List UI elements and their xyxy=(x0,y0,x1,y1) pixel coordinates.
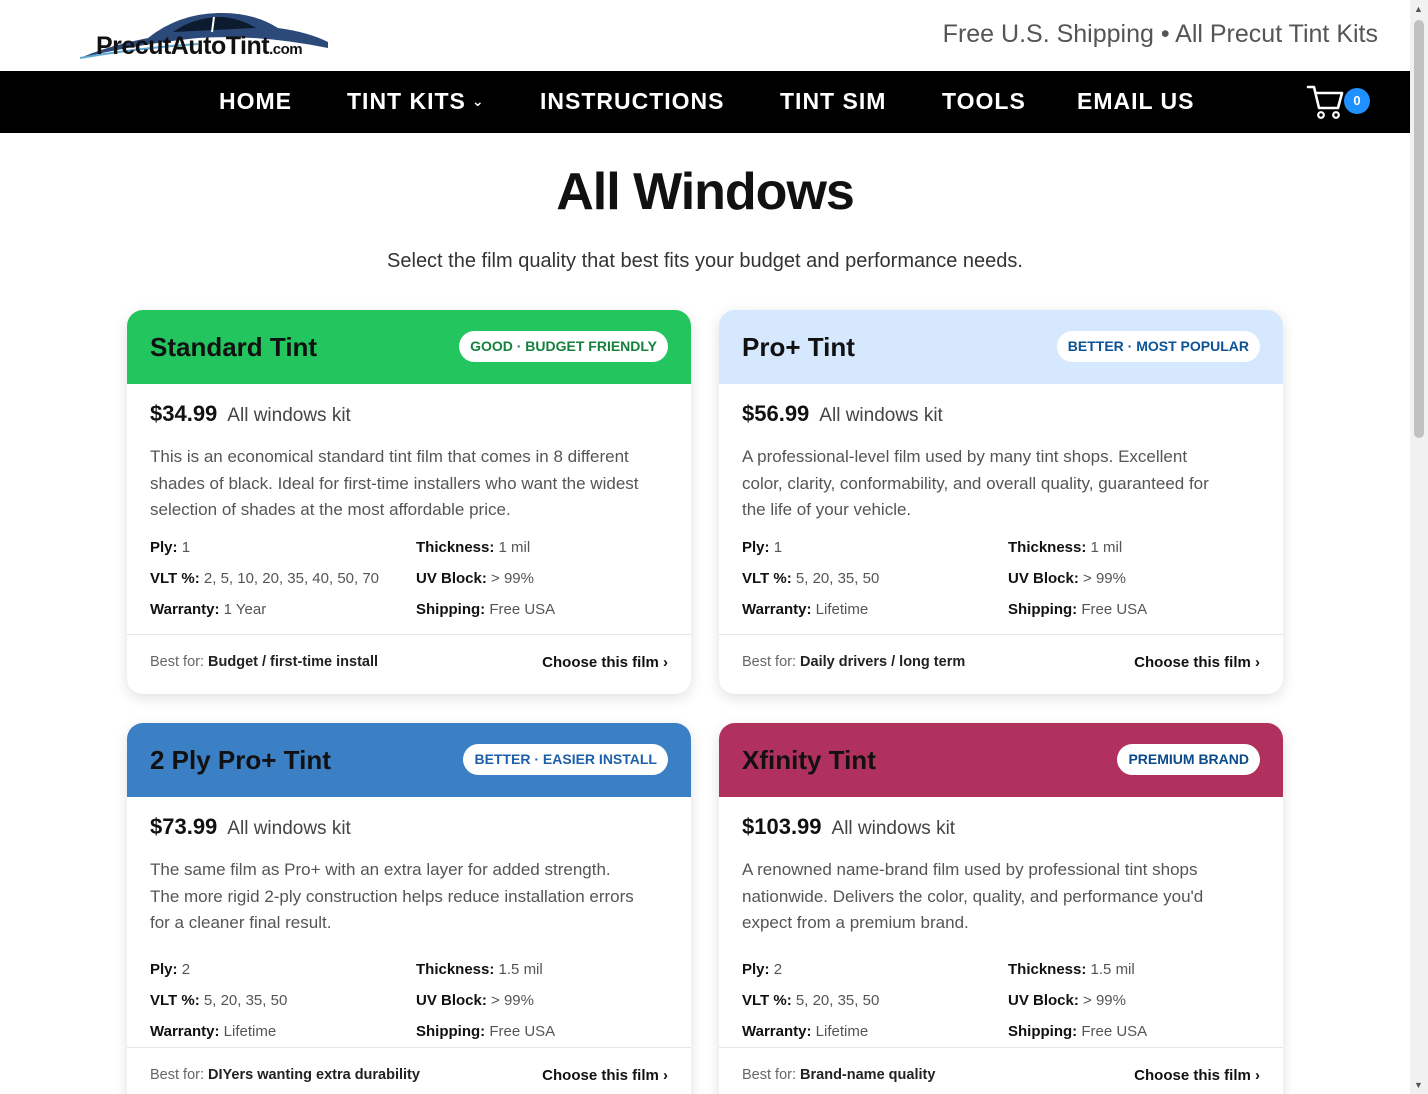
spec-uv-block: UV Block: > 99% xyxy=(416,992,534,1009)
scroll-thumb[interactable] xyxy=(1414,20,1424,438)
best-for: Best for: Daily drivers / long term xyxy=(742,654,966,670)
product-card: Pro+ Tint BETTER · MOST POPULAR $56.99 Al… xyxy=(719,310,1283,694)
best-for: Best for: Budget / first-time install xyxy=(150,654,379,670)
logo-wordmark: PrecutAutoTint.com xyxy=(96,32,303,60)
choose-film-button[interactable]: Choose this film › xyxy=(1134,654,1260,671)
kit-note: All windows kit xyxy=(227,405,351,426)
price: $73.99 xyxy=(150,814,218,839)
spec-warranty: Warranty: Lifetime xyxy=(742,601,869,618)
price-row: $56.99 All windows kit xyxy=(742,401,943,427)
spec-thickness: Thickness: 1 mil xyxy=(416,539,531,556)
spec-shipping: Shipping: Free USA xyxy=(416,601,556,618)
spec-ply: Ply: 1 xyxy=(742,539,783,556)
card-header: Pro+ Tint BETTER · MOST POPULAR xyxy=(719,310,1283,384)
spec-ply: Ply: 2 xyxy=(742,961,783,978)
card-footer: Best for: Budget / first-time install Ch… xyxy=(127,634,691,694)
choose-film-button[interactable]: Choose this film › xyxy=(1134,1067,1260,1084)
spec-vlt: VLT %: 5, 20, 35, 50 xyxy=(742,570,880,587)
price-row: $34.99 All windows kit xyxy=(150,401,351,427)
spec-thickness: Thickness: 1.5 mil xyxy=(1008,961,1135,978)
product-card: 2 Ply Pro+ Tint BETTER · EASIER INSTALL … xyxy=(127,723,691,1094)
price: $56.99 xyxy=(742,401,810,426)
scroll-up-arrow-icon[interactable]: ▲ xyxy=(1414,4,1423,14)
nav-email-us[interactable]: EMAIL US xyxy=(1077,88,1194,115)
spec-warranty: Warranty: Lifetime xyxy=(742,1023,869,1040)
spec-vlt: VLT %: 5, 20, 35, 50 xyxy=(742,992,880,1009)
spec-shipping: Shipping: Free USA xyxy=(1008,1023,1148,1040)
spec-thickness: Thickness: 1 mil xyxy=(1008,539,1123,556)
price-row: $103.99 All windows kit xyxy=(742,814,955,840)
site-header: PrecutAutoTint.com Free U.S. Shipping • … xyxy=(0,0,1410,71)
card-title: Pro+ Tint xyxy=(742,332,855,362)
best-for: Best for: DIYers wanting extra durabilit… xyxy=(150,1067,420,1083)
page-title: All Windows xyxy=(556,163,855,221)
cart-count-badge: 0 xyxy=(1344,88,1370,114)
spec-vlt: VLT %: 5, 20, 35, 50 xyxy=(150,992,288,1009)
price: $34.99 xyxy=(150,401,218,426)
tier-badge: GOOD · BUDGET FRIENDLY xyxy=(459,331,668,362)
card-footer: Best for: DIYers wanting extra durabilit… xyxy=(127,1047,691,1094)
price: $103.99 xyxy=(742,814,822,839)
spec-uv-block: UV Block: > 99% xyxy=(1008,570,1126,587)
cart-button[interactable]: 0 xyxy=(1306,83,1374,121)
tier-badge: BETTER · MOST POPULAR xyxy=(1056,331,1260,362)
spec-uv-block: UV Block: > 99% xyxy=(416,570,534,587)
card-header: Xfinity Tint PREMIUM BRAND xyxy=(719,723,1283,797)
card-description: A professional-level film used by many t… xyxy=(742,447,1209,519)
spec-ply: Ply: 1 xyxy=(150,539,191,556)
page-subtitle: Select the film quality that best fits y… xyxy=(387,250,1023,272)
kit-note: All windows kit xyxy=(227,818,351,839)
kit-note: All windows kit xyxy=(831,818,956,839)
site-logo[interactable]: PrecutAutoTint.com xyxy=(78,8,338,64)
spec-thickness: Thickness: 1.5 mil xyxy=(416,961,543,978)
card-footer: Best for: Brand-name quality Choose this… xyxy=(719,1047,1283,1094)
card-description: This is an economical standard tint film… xyxy=(150,447,639,519)
page-scrollbar[interactable]: ▲ ▼ xyxy=(1410,0,1428,1094)
shopping-cart-icon xyxy=(1306,85,1344,119)
spec-ply: Ply: 2 xyxy=(150,961,191,978)
spec-warranty: Warranty: 1 Year xyxy=(150,601,267,618)
spec-shipping: Shipping: Free USA xyxy=(416,1023,556,1040)
shipping-tagline: Free U.S. Shipping • All Precut Tint Kit… xyxy=(942,20,1378,48)
main-nav: HOME TINT KITS ⌄ INSTRUCTIONS TINT SIM TO… xyxy=(0,71,1410,133)
tier-badge: PREMIUM BRAND xyxy=(1117,744,1260,775)
card-title: 2 Ply Pro+ Tint xyxy=(150,745,331,775)
nav-tint-sim[interactable]: TINT SIM xyxy=(780,88,886,115)
nav-tint-kits-label: TINT KITS xyxy=(347,88,466,114)
chevron-down-icon: ⌄ xyxy=(471,93,485,109)
tier-badge: BETTER · EASIER INSTALL xyxy=(463,744,668,775)
card-description: The same film as Pro+ with an extra laye… xyxy=(150,860,634,932)
nav-tools[interactable]: TOOLS xyxy=(942,88,1026,115)
card-description: A renowned name-brand film used by profe… xyxy=(742,860,1204,932)
choose-film-button[interactable]: Choose this film › xyxy=(542,1067,668,1084)
spec-shipping: Shipping: Free USA xyxy=(1008,601,1148,618)
nav-home[interactable]: HOME xyxy=(219,88,292,115)
spec-vlt: VLT %: 2, 5, 10, 20, 35, 40, 50, 70 xyxy=(150,570,380,587)
nav-instructions[interactable]: INSTRUCTIONS xyxy=(540,88,725,115)
card-title: Standard Tint xyxy=(150,332,318,362)
spec-warranty: Warranty: Lifetime xyxy=(150,1023,277,1040)
card-header: 2 Ply Pro+ Tint BETTER · EASIER INSTALL xyxy=(127,723,691,797)
choose-film-button[interactable]: Choose this film › xyxy=(542,654,668,671)
nav-tint-kits[interactable]: TINT KITS ⌄ xyxy=(347,88,485,115)
spec-uv-block: UV Block: > 99% xyxy=(1008,992,1126,1009)
product-card: Xfinity Tint PREMIUM BRAND $103.99 All wi… xyxy=(719,723,1283,1094)
price-row: $73.99 All windows kit xyxy=(150,814,351,840)
card-header: Standard Tint GOOD · BUDGET FRIENDLY xyxy=(127,310,691,384)
scroll-down-arrow-icon[interactable]: ▼ xyxy=(1414,1080,1423,1090)
card-title: Xfinity Tint xyxy=(742,745,876,775)
best-for: Best for: Brand-name quality xyxy=(742,1067,936,1083)
kit-note: All windows kit xyxy=(819,405,943,426)
product-card: Standard Tint GOOD · BUDGET FRIENDLY $34… xyxy=(127,310,691,694)
card-footer: Best for: Daily drivers / long term Choo… xyxy=(719,634,1283,694)
